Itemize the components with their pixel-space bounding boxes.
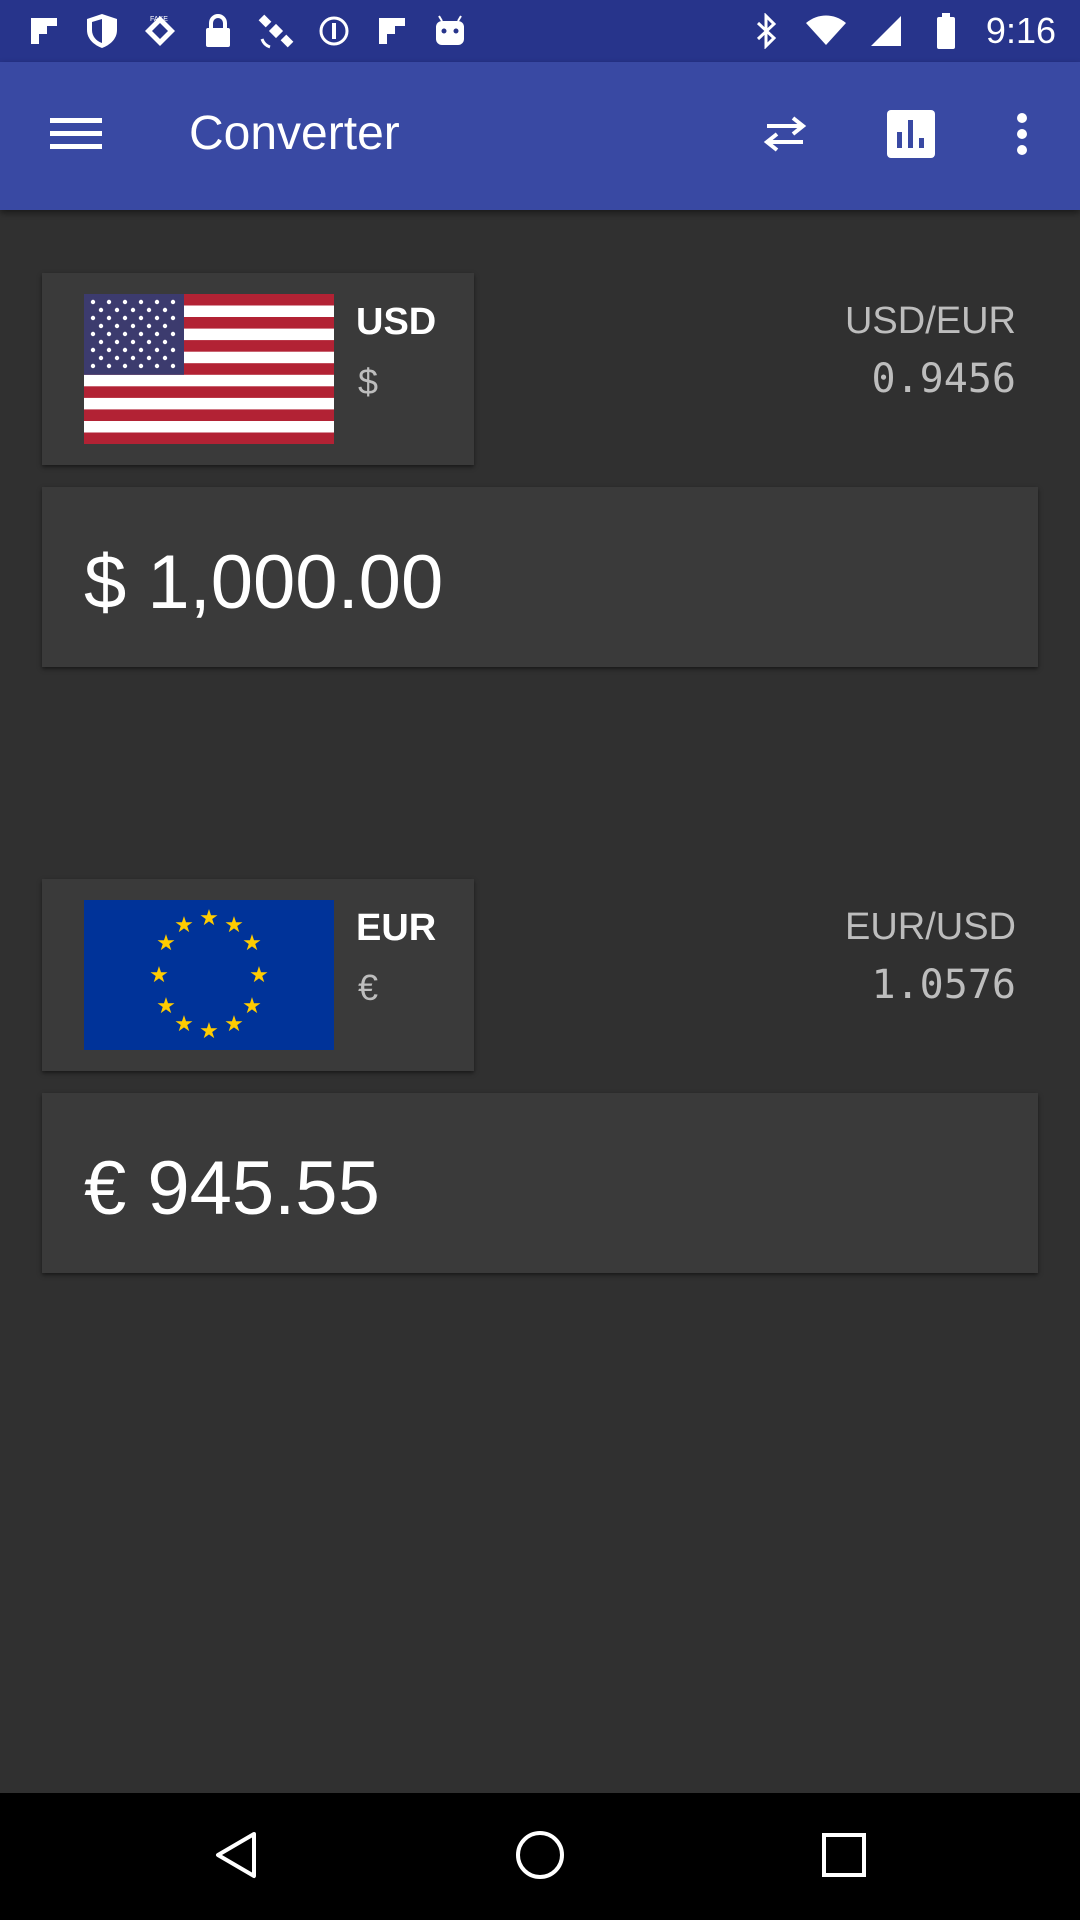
svg-text:★: ★: [224, 1012, 244, 1037]
chart-icon: [887, 109, 935, 163]
to-rate-pair: EUR/USD: [844, 906, 1016, 948]
notification-icons: FAKE: [24, 8, 470, 54]
to-amount-field[interactable]: € 945.55: [42, 1093, 1038, 1273]
eu-flag-icon: ★ ★ ★ ★ ★ ★ ★ ★ ★ ★ ★ ★: [84, 900, 334, 1050]
home-icon: [514, 1829, 566, 1886]
svg-text:★: ★: [242, 994, 262, 1019]
back-icon: [214, 1830, 258, 1885]
circle-icon: [314, 11, 354, 51]
from-currency-selector[interactable]: USD $: [42, 273, 474, 465]
fakegps-icon: FAKE: [140, 11, 180, 51]
svg-text:★: ★: [174, 1012, 194, 1037]
svg-text:★: ★: [174, 913, 194, 938]
svg-text:★: ★: [199, 906, 219, 931]
chart-button[interactable]: [871, 96, 951, 176]
bluetooth-icon: [746, 11, 786, 51]
to-currency-code: EUR: [356, 907, 437, 949]
android-icon: [430, 11, 470, 51]
from-rate-pair: USD/EUR: [844, 300, 1016, 342]
recents-icon: [821, 1832, 867, 1883]
more-vert-icon: [1016, 112, 1028, 161]
shield-icon: [82, 11, 122, 51]
swap-currencies-button[interactable]: [745, 96, 825, 176]
svg-text:★: ★: [224, 913, 244, 938]
satellite-icon: [256, 11, 296, 51]
flipboard-icon: [372, 11, 412, 51]
from-currency-symbol: $: [358, 361, 379, 402]
from-rate-value: 0.9456: [871, 356, 1017, 402]
to-currency-selector[interactable]: ★ ★ ★ ★ ★ ★ ★ ★ ★ ★ ★ ★ EUR €: [42, 879, 474, 1071]
flipboard-icon: [24, 11, 64, 51]
menu-button[interactable]: [36, 96, 116, 176]
svg-text:★: ★: [242, 931, 262, 956]
from-amount-field[interactable]: $ 1,000.00: [42, 487, 1038, 667]
app-bar: Converter: [0, 62, 1080, 210]
svg-text:★: ★: [156, 931, 176, 956]
to-rate-value: 1.0576: [871, 962, 1017, 1008]
more-options-button[interactable]: [982, 96, 1062, 176]
svg-text:★: ★: [249, 963, 269, 988]
to-amount: € 945.55: [84, 1146, 380, 1231]
home-button[interactable]: [500, 1817, 580, 1897]
page-title: Converter: [189, 107, 400, 160]
svg-text:★: ★: [156, 994, 176, 1019]
recents-button[interactable]: [804, 1817, 884, 1897]
lock-icon: [198, 11, 238, 51]
to-currency-symbol: €: [358, 967, 379, 1008]
menu-icon: [50, 116, 102, 157]
back-button[interactable]: [196, 1817, 276, 1897]
status-bar: FAKE 9:16: [0, 0, 1080, 62]
signal-icon: [866, 11, 906, 51]
battery-icon: [926, 11, 966, 51]
swap-icon: [761, 114, 809, 159]
from-currency-code: USD: [356, 301, 437, 343]
svg-text:★: ★: [199, 1019, 219, 1044]
svg-text:FAKE: FAKE: [150, 16, 168, 23]
status-time: 9:16: [985, 10, 1056, 51]
wifi-icon: [805, 11, 846, 51]
navigation-bar: [0, 1793, 1080, 1920]
from-amount: $ 1,000.00: [84, 540, 444, 625]
system-status-icons: 9:16: [746, 8, 1056, 54]
svg-text:★: ★: [149, 963, 169, 988]
us-flag-icon: [84, 294, 334, 444]
